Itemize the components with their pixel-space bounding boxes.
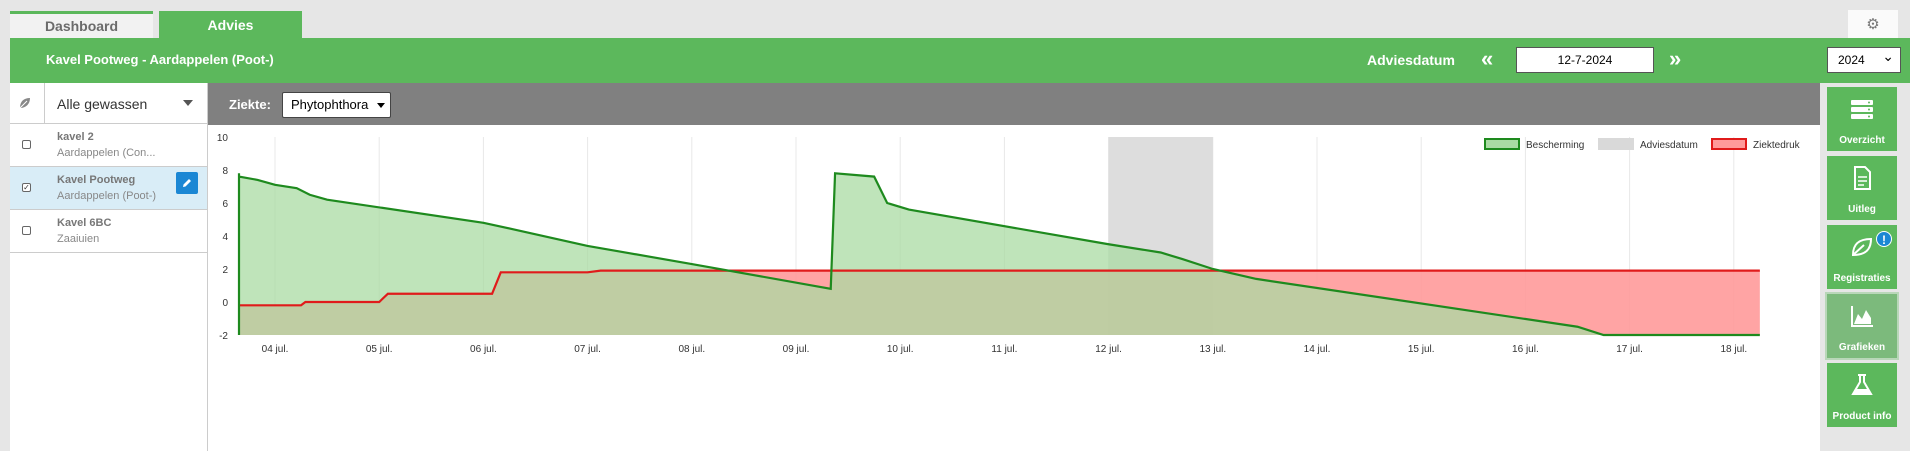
x-tick-label: 10 jul. bbox=[887, 344, 914, 355]
list-item[interactable]: Kavel 6BC Zaaiuien bbox=[10, 210, 207, 253]
x-tick-label: 15 jul. bbox=[1408, 344, 1435, 355]
legend-swatch bbox=[1711, 138, 1747, 150]
x-tick-label: 13 jul. bbox=[1199, 344, 1226, 355]
crop-filter-label: Alle gewassen bbox=[57, 96, 148, 112]
gear-icon: ⚙ bbox=[1866, 16, 1880, 33]
legend-label: Ziektedruk bbox=[1753, 140, 1801, 151]
checkbox[interactable]: ✓ bbox=[22, 183, 31, 192]
crop-filter[interactable]: Alle gewassen bbox=[10, 83, 207, 124]
y-tick-label: -2 bbox=[219, 331, 228, 342]
item-name: Kavel Pootweg bbox=[57, 174, 136, 186]
adviesdatum-label: Adviesdatum bbox=[1367, 52, 1455, 68]
y-tick-label: 2 bbox=[222, 265, 228, 276]
disease-select[interactable]: Phytophthora bbox=[282, 92, 391, 118]
y-tick-label: 4 bbox=[222, 232, 228, 243]
pencil-icon bbox=[183, 179, 191, 187]
right-menu: Overzicht Uitleg ! Registraties Grafieke… bbox=[1822, 83, 1899, 451]
flask-icon bbox=[1851, 374, 1873, 395]
leaf-icon bbox=[19, 98, 30, 109]
x-tick-label: 04 jul. bbox=[262, 344, 289, 355]
item-crop: Zaaiuien bbox=[57, 233, 100, 245]
tab-advies[interactable]: Advies bbox=[159, 11, 302, 38]
registraties-button[interactable]: ! Registraties bbox=[1827, 225, 1897, 289]
legend-label: Adviesdatum bbox=[1640, 140, 1698, 151]
y-tick-label: 6 bbox=[222, 199, 228, 210]
x-tick-label: 14 jul. bbox=[1304, 344, 1331, 355]
x-tick-label: 18 jul. bbox=[1720, 344, 1747, 355]
prev-date-button[interactable]: « bbox=[1481, 46, 1493, 72]
item-name: Kavel 6BC bbox=[57, 217, 112, 229]
x-tick-label: 06 jul. bbox=[470, 344, 497, 355]
leaf-icon bbox=[1851, 237, 1873, 257]
protection-chart: -2 0 2 4 6 8 10 04 jul. 05 jul. 06 jul. 07 jul. 08 … bbox=[217, 133, 1801, 355]
x-tick-label: 08 jul. bbox=[678, 344, 705, 355]
x-tick-label: 16 jul. bbox=[1512, 344, 1539, 355]
item-name: kavel 2 bbox=[57, 131, 94, 143]
server-icon bbox=[1851, 100, 1873, 119]
disease-toolbar: Ziekte: Phytophthora bbox=[208, 83, 1820, 125]
list-item[interactable]: kavel 2 Aardappelen (Con... bbox=[10, 124, 207, 167]
tab-bar: Dashboard Advies ⚙ bbox=[0, 0, 1910, 38]
settings-button[interactable]: ⚙ bbox=[1848, 10, 1898, 38]
date-input[interactable]: 12-7-2024 bbox=[1516, 47, 1654, 73]
x-tick-label: 11 jul. bbox=[991, 344, 1017, 355]
sidebar: Alle gewassen kavel 2 Aardappelen (Con..… bbox=[10, 83, 208, 451]
grafieken-button[interactable]: Grafieken bbox=[1825, 292, 1899, 360]
chevron-down-icon bbox=[183, 100, 193, 106]
x-tick-label: 09 jul. bbox=[783, 344, 810, 355]
overzicht-button[interactable]: Overzicht bbox=[1827, 87, 1897, 151]
document-icon bbox=[1854, 166, 1871, 190]
legend-label: Bescherming bbox=[1526, 140, 1584, 151]
x-tick-label: 05 jul. bbox=[366, 344, 393, 355]
x-tick-label: 12 jul. bbox=[1095, 344, 1122, 355]
checkbox[interactable] bbox=[22, 226, 31, 235]
y-tick-label: 10 bbox=[217, 133, 229, 144]
main-panel: Ziekte: Phytophthora -2 0 2 4 6 8 10 04 jul. 05 … bbox=[208, 83, 1820, 451]
y-tick-label: 0 bbox=[222, 298, 228, 309]
x-tick-label: 17 jul. bbox=[1616, 344, 1643, 355]
product-info-label: Product info bbox=[1832, 411, 1892, 422]
product-info-button[interactable]: Product info bbox=[1827, 363, 1897, 427]
edit-button[interactable] bbox=[176, 172, 198, 194]
page-header: Kavel Pootweg - Aardappelen (Poot-) Advi… bbox=[10, 38, 1910, 83]
year-select[interactable]: 2024 bbox=[1827, 44, 1901, 73]
uitleg-button[interactable]: Uitleg bbox=[1827, 156, 1897, 220]
item-crop: Aardappelen (Con... bbox=[57, 147, 156, 159]
area-chart-icon bbox=[1851, 306, 1873, 327]
uitleg-label: Uitleg bbox=[1848, 204, 1876, 215]
alert-badge: ! bbox=[1876, 231, 1892, 247]
list-item[interactable]: ✓ Kavel Pootweg Aardappelen (Poot-) bbox=[10, 167, 207, 210]
page-title: Kavel Pootweg - Aardappelen (Poot-) bbox=[46, 52, 274, 67]
item-crop: Aardappelen (Poot-) bbox=[57, 190, 157, 202]
x-tick-label: 07 jul. bbox=[574, 344, 601, 355]
legend-swatch bbox=[1484, 138, 1520, 150]
registraties-label: Registraties bbox=[1833, 273, 1891, 284]
legend-swatch bbox=[1598, 138, 1634, 150]
grafieken-label: Grafieken bbox=[1838, 342, 1886, 353]
overzicht-label: Overzicht bbox=[1839, 135, 1885, 146]
next-date-button[interactable]: » bbox=[1669, 46, 1681, 72]
tab-dashboard[interactable]: Dashboard bbox=[10, 11, 153, 38]
ziekte-label: Ziekte: bbox=[229, 97, 271, 112]
y-tick-label: 8 bbox=[222, 166, 228, 177]
checkbox[interactable] bbox=[22, 140, 31, 149]
